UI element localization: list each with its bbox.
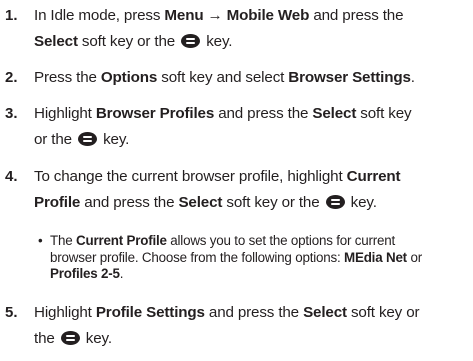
step-number: 2. (5, 69, 18, 86)
step-text: Press the Options soft key and select Br… (34, 69, 415, 86)
ok-key-icon (181, 34, 201, 48)
current-profile-label: Current Profile (76, 233, 167, 248)
bullet-item: • The Current Profile allows you to set … (38, 233, 463, 283)
ok-key-icon (60, 331, 80, 345)
select-key-label: Select (312, 105, 357, 122)
step-number: 1. (5, 7, 18, 24)
step-text: Highlight Browser Profiles and press the… (34, 105, 412, 148)
profile-label: Profile (34, 194, 81, 211)
profile-settings-label: Profile Settings (95, 304, 205, 321)
step-text: In Idle mode, press Menu → Mobile Web an… (34, 7, 404, 50)
select-key-label: Select (303, 304, 347, 321)
current-label: Current (346, 168, 401, 185)
profiles-2-5-label: Profiles 2-5 (50, 266, 120, 281)
step-number: 4. (5, 168, 18, 185)
mobile-web-label: Mobile Web (226, 7, 310, 24)
browser-settings-label: Browser Settings (288, 69, 411, 86)
instruction-page: 1. In Idle mode, press Menu → Mobile Web… (0, 0, 473, 361)
step-text: To change the current browser profile, h… (34, 168, 401, 211)
step-number: 3. (5, 105, 18, 122)
bullet-marker: • (38, 233, 43, 248)
ok-key-icon (78, 132, 98, 146)
step-number: 5. (5, 304, 18, 321)
menu-key-label: Menu (164, 7, 204, 24)
select-key-label: Select (34, 33, 78, 50)
browser-profiles-label: Browser Profiles (95, 105, 215, 122)
select-key-label: Select (178, 194, 223, 211)
step-text: Highlight Profile Settings and press the… (34, 304, 420, 347)
options-key-label: Options (100, 69, 158, 86)
bullet-text: The Current Profile allows you to set th… (50, 233, 422, 281)
media-net-label: MEdia Net (344, 249, 407, 265)
ok-key-icon (325, 195, 345, 209)
